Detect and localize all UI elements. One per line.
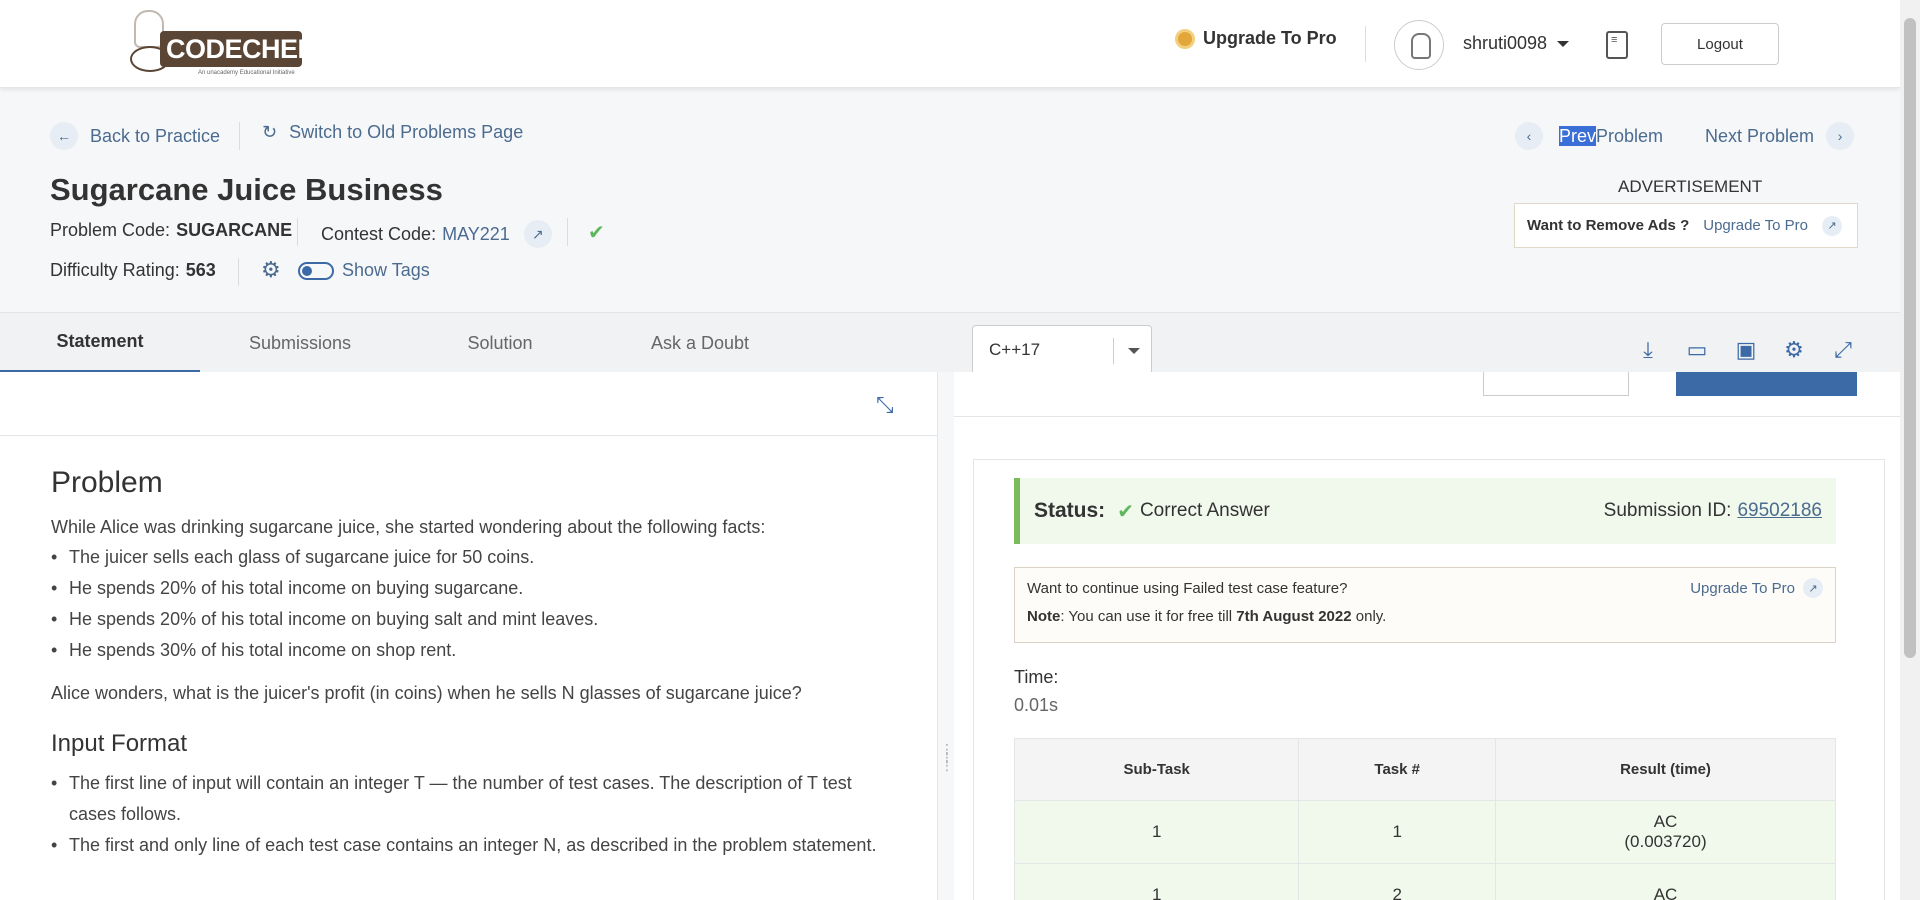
table-row: 1 1 AC (0.003720) [1013,800,1836,864]
advertisement-label: ADVERTISEMENT [1618,177,1763,196]
external-link-icon[interactable]: ↗ [523,220,552,248]
contest-code: Contest Code: MAY221 ↗ [321,220,552,248]
logo-tagline: An unacademy Educational Initiative [198,70,295,76]
top-header: CODECHEF An unacademy Educational Initia… [0,0,1900,88]
crown-icon [1175,28,1195,49]
submission-id-link[interactable]: 69502186 [1737,500,1822,521]
input-format-heading: Input Format [51,730,188,757]
problem-statement: Problem While Alice was drinking sugarca… [0,436,937,900]
tab-submissions[interactable]: Submissions [200,313,400,373]
panel-resize-handle[interactable]: ⋮ ⋮ ⋮ [940,742,954,772]
statement-panel: ⤡ Problem While Alice was drinking sugar… [0,372,938,900]
chat-icon[interactable]: ▭ [1684,337,1710,363]
difficulty-rating: Difficulty Rating: 563 [50,260,216,280]
problem-heading: Problem [51,466,163,499]
prev-problem-link[interactable]: ‹ PrevProblem [1515,122,1663,150]
list-item: The juicer sells each glass of sugarcane… [51,542,886,573]
chevron-down-icon [1557,40,1570,47]
status-value: Correct Answer [1139,500,1270,521]
toggle-switch[interactable] [298,261,334,280]
ad-upgrade-link[interactable]: Upgrade To Pro [1703,217,1808,234]
list-item: The first and only line of each test cas… [51,830,886,861]
chevron-down-icon [1128,348,1140,354]
tab-bar: Statement Submissions Solution Ask a Dou… [0,312,1900,373]
list-item: The first line of input will contain an … [51,768,886,830]
upgrade-to-pro-link[interactable]: Upgrade To Pro [1175,28,1337,49]
chevron-right-icon: › [1826,122,1855,150]
run-button[interactable] [1483,372,1629,396]
page-scrollbar[interactable] [1900,0,1920,900]
problem-intro: While Alice was drinking sugarcane juice… [51,517,766,537]
table-header: Sub-Task [1013,738,1300,801]
external-link-icon: ↗ [1803,578,1823,598]
language-select[interactable]: C++17 [972,325,1152,375]
next-problem-link[interactable]: Next Problem › [1705,122,1855,150]
feature-upgrade-link[interactable]: Upgrade To Pro ↗ [1690,578,1823,598]
avatar[interactable] [1394,20,1444,70]
submission-id: Submission ID: 69502186 [1603,500,1822,521]
table-header: Result (time) [1495,738,1836,801]
codechef-logo[interactable]: CODECHEF An unacademy Educational Initia… [120,8,314,80]
problem-code: Problem Code: SUGARCANE [50,220,293,240]
table-header: Task # [1298,738,1496,801]
page-title: Sugarcane Juice Business [50,172,443,207]
failed-test-feature-box: Want to continue using Failed test case … [1014,567,1836,643]
submit-button[interactable] [1676,372,1857,396]
user-menu[interactable]: shruti0098 [1463,33,1570,54]
list-item: He spends 20% of his total income on buy… [51,604,886,635]
input-format-list: The first line of input will contain an … [51,768,886,861]
time-value: 0.01s [1014,695,1059,715]
save-icon[interactable]: ▣ [1733,337,1759,363]
username: shruti0098 [1463,33,1548,53]
result-panel: Status: ✔ Correct Answer Submission ID: 6… [954,372,1900,900]
table-row: 1 2 AC [1013,863,1836,900]
tab-solution[interactable]: Solution [400,313,600,373]
task-list-icon[interactable]: ≡ [1606,31,1628,59]
contest-code-link[interactable]: MAY221 [442,224,510,245]
fullscreen-icon[interactable]: ⤢ [1830,337,1856,363]
list-item: He spends 20% of his total income on buy… [51,573,886,604]
show-tags-toggle[interactable]: Show Tags [298,260,430,281]
remove-ads-box: Want to Remove Ads ? Upgrade To Pro ↗ [1514,203,1858,248]
arrow-left-icon: ← [50,122,78,150]
switch-old-problems-link[interactable]: ↻ Switch to Old Problems Page [262,122,523,143]
tab-statement[interactable]: Statement [0,313,200,373]
back-to-practice-link[interactable]: ← Back to Practice [50,122,220,150]
check-icon: ✔ [1117,500,1134,523]
list-item: He spends 30% of his total income on sho… [51,635,886,666]
subtask-results-table: Sub-Task Task # Result (time) 1 1 AC (0.0… [1013,738,1836,900]
logo-text: CODECHEF [166,34,314,64]
tab-ask-doubt[interactable]: Ask a Doubt [600,313,800,373]
problem-question: Alice wonders, what is the juicer's prof… [51,683,802,703]
gear-icon[interactable]: ⚙ [261,257,281,283]
external-link-icon[interactable]: ↗ [1822,215,1843,236]
status-bar: Status: ✔ Correct Answer Submission ID: 6… [1014,478,1836,544]
chevron-left-icon: ‹ [1515,122,1543,150]
gear-icon[interactable]: ⚙ [1781,337,1807,363]
submission-result-card: Status: ✔ Correct Answer Submission ID: 6… [973,459,1885,900]
solved-check-icon: ✔ [588,222,605,244]
download-icon[interactable]: ⤓ [1635,337,1661,363]
time-label: Time: [1014,667,1059,687]
facts-list: The juicer sells each glass of sugarcane… [51,542,886,666]
logout-button[interactable]: Logout [1661,23,1779,65]
refresh-icon: ↻ [262,122,278,142]
expand-icon[interactable]: ⤡ [876,392,894,418]
